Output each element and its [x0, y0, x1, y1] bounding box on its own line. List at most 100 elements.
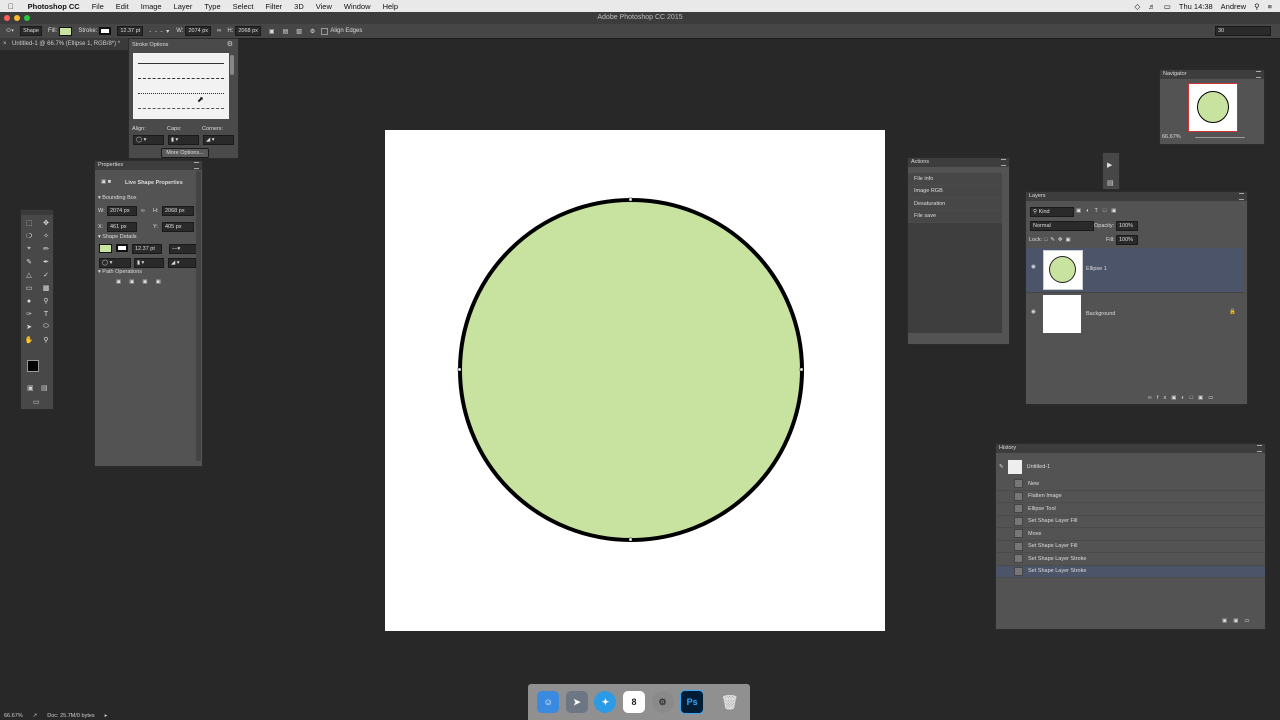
status-zoom[interactable]: 66.67% — [4, 713, 23, 719]
tool-preset-icon[interactable]: ⬭▾ — [6, 28, 14, 35]
layer-name[interactable]: Ellipse 1 — [1086, 266, 1107, 272]
stroke-dashed-option[interactable] — [138, 78, 224, 79]
height-field[interactable]: 2068 px — [235, 26, 261, 36]
link-icon[interactable]: ∞ — [217, 28, 221, 34]
history-brush-icon[interactable]: ✎ — [999, 464, 1004, 470]
screen-mode-icon[interactable]: ▤ — [41, 384, 48, 392]
lock-icon[interactable]: 🔒 — [1229, 309, 1236, 315]
photoshop-icon[interactable]: Ps — [680, 690, 705, 714]
path-arrangement-icon[interactable]: ▧ — [296, 28, 302, 35]
prop-link-icon[interactable]: ∞ — [141, 208, 145, 214]
close-tab-icon[interactable]: × — [3, 38, 7, 50]
move-tool-icon[interactable]: ✥ — [41, 218, 51, 228]
properties-scrollbar[interactable] — [196, 171, 201, 461]
shape-mode-select[interactable]: Shape — [20, 26, 42, 36]
stroke-list-scrollbar[interactable] — [230, 55, 234, 75]
stroke-swatch[interactable] — [99, 27, 112, 35]
bounding-box-section[interactable]: ▾ Bounding Box — [98, 195, 137, 201]
notification-icon[interactable]: ≡ — [1268, 2, 1272, 11]
caps-select[interactable]: ▮ ▾ — [168, 135, 199, 145]
navigator-zoom[interactable]: 66.67% — [1162, 134, 1181, 140]
trash-icon[interactable]: 🗑 — [719, 691, 741, 713]
healing-tool-icon[interactable]: ✎ — [24, 257, 34, 267]
history-menu-icon[interactable] — [1257, 445, 1262, 452]
stroke-width-field[interactable]: 12.37 pt — [117, 26, 144, 36]
prop-height-field[interactable]: 2068 px — [162, 206, 194, 216]
width-field[interactable]: 2074 px — [185, 26, 212, 36]
menu-file[interactable]: File — [92, 2, 104, 11]
pen-tool-icon[interactable]: ✑ — [24, 309, 34, 319]
anchor-point-bottom[interactable] — [628, 537, 633, 542]
eyedropper-tool-icon[interactable]: ✏ — [41, 244, 51, 254]
prop-x-field[interactable]: 461 px — [107, 222, 137, 232]
history-item[interactable]: Set Shape Layer Fill — [996, 541, 1265, 553]
type-tool-icon[interactable]: T — [41, 309, 51, 319]
path-operations-buttons[interactable]: ▣▣▣▣ — [116, 279, 169, 285]
layer-footer-icons[interactable]: ∞fx▣◐□▣▭ — [1148, 395, 1218, 401]
wifi-icon[interactable]: ◇ — [1135, 2, 1141, 11]
apple-icon[interactable]:  — [8, 2, 14, 11]
foreground-color-swatch[interactable] — [27, 360, 39, 372]
history-item[interactable]: Move — [996, 528, 1265, 541]
layer-name[interactable]: Background — [1086, 311, 1115, 317]
menu-help[interactable]: Help — [383, 2, 398, 11]
properties-menu-icon[interactable] — [194, 162, 199, 169]
close-window-button[interactable] — [4, 15, 10, 21]
prop-caps-select[interactable]: ▮ ▾ — [134, 258, 164, 268]
navigator-zoom-slider[interactable] — [1195, 137, 1245, 138]
stroke-options-gear-icon[interactable]: ⚙ — [227, 40, 233, 48]
menu-view[interactable]: View — [316, 2, 332, 11]
anchor-point-top[interactable] — [628, 197, 633, 202]
path-operations-icon[interactable]: ▣ — [269, 28, 275, 35]
action-item[interactable]: Desaturation — [908, 198, 1002, 211]
navigator-menu-icon[interactable] — [1256, 71, 1261, 78]
prop-stroke-swatch[interactable] — [116, 244, 128, 252]
actions-menu-icon[interactable] — [1001, 159, 1006, 166]
safari-icon[interactable]: ✦ — [594, 691, 617, 713]
user-name[interactable]: Andrew — [1221, 2, 1246, 11]
workspace-select[interactable]: 30 — [1215, 26, 1271, 36]
history-snapshot[interactable]: ✎ Untitled-1 — [996, 458, 1265, 475]
menu-type[interactable]: Type — [204, 2, 220, 11]
battery-icon[interactable]: ▭ — [1164, 2, 1171, 11]
menu-app-name[interactable]: Photoshop CC — [28, 2, 80, 11]
blend-mode-select[interactable]: Normal — [1030, 221, 1094, 231]
fill-field[interactable]: 100% — [1116, 235, 1138, 245]
history-item[interactable]: New — [996, 478, 1265, 491]
anchor-point-right[interactable] — [799, 367, 804, 372]
anchor-point-left[interactable] — [457, 367, 462, 372]
align-edges-checkbox[interactable]: Align Edges — [321, 27, 362, 35]
menu-layer[interactable]: Layer — [174, 2, 193, 11]
prop-stroke-width-field[interactable]: 12.37 pt — [132, 244, 162, 254]
stroke-type-dropdown[interactable]: - - - ▾ — [149, 28, 170, 35]
gear-icon[interactable]: ⚙ — [310, 28, 315, 35]
history-footer-icons[interactable]: ▣▣▭ — [1222, 618, 1256, 624]
history-brush-tool-icon[interactable]: ✓ — [41, 270, 51, 280]
marquee-tool-icon[interactable]: ⬚ — [24, 218, 34, 228]
navigator-preview[interactable] — [1188, 83, 1238, 132]
system-preferences-icon[interactable]: ⚙ — [651, 691, 674, 713]
ellipse-shape[interactable] — [458, 198, 804, 542]
minimize-window-button[interactable] — [14, 15, 20, 21]
visibility-eye-icon[interactable]: ◉ — [1031, 309, 1036, 315]
change-screen-mode-icon[interactable]: ▭ — [33, 398, 40, 406]
zoom-window-button[interactable] — [24, 15, 30, 21]
align-select[interactable]: ◯ ▾ — [133, 135, 164, 145]
layer-filter-icons[interactable]: ▣◐T□▣ — [1076, 208, 1121, 214]
stamp-tool-icon[interactable]: △ — [24, 270, 34, 280]
stroke-dotted-option[interactable] — [138, 93, 224, 94]
prop-width-field[interactable]: 2074 px — [107, 206, 137, 216]
prop-align-select[interactable]: ◯ ▾ — [99, 258, 131, 268]
layer-row-background[interactable]: ◉ Background 🔒 — [1026, 292, 1244, 337]
lasso-tool-icon[interactable]: ❍ — [24, 231, 34, 241]
action-item[interactable]: File save — [908, 210, 1002, 223]
layers-menu-icon[interactable] — [1239, 193, 1244, 200]
actions-panel-icon[interactable]: ▶ — [1107, 161, 1112, 169]
zoom-tool-icon[interactable]: ⚲ — [41, 335, 51, 345]
calendar-icon[interactable]: 8 — [622, 691, 645, 713]
prop-corners-select[interactable]: ◢ ▾ — [168, 258, 196, 268]
gradient-tool-icon[interactable]: ▩ — [41, 283, 51, 293]
action-item[interactable]: File info — [908, 173, 1002, 186]
menu-image[interactable]: Image — [141, 2, 162, 11]
eraser-tool-icon[interactable]: ▭ — [24, 283, 34, 293]
